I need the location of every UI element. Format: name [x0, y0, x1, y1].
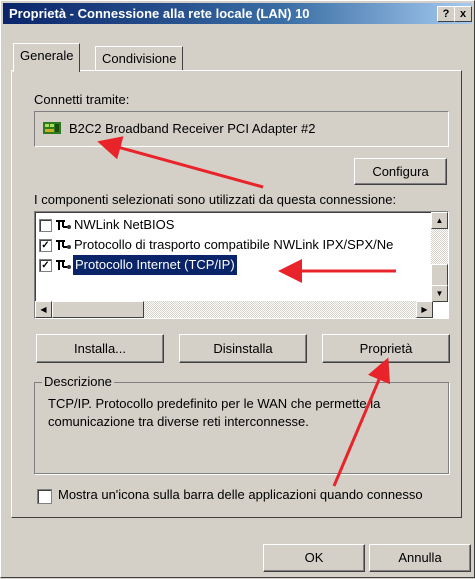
horizontal-scroll-thumb[interactable] — [52, 301, 144, 318]
tab-generale[interactable]: Generale — [13, 43, 81, 72]
adapter-box: B2C2 Broadband Receiver PCI Adapter #2 — [34, 111, 449, 147]
component-checkbox[interactable]: ✓ — [39, 259, 52, 272]
components-list[interactable]: NWLink NetBIOS ✓ Protocollo di trasporto… — [34, 211, 449, 319]
tab-condivisione[interactable]: Condivisione — [95, 46, 184, 71]
network-protocol-icon — [55, 258, 71, 278]
properties-button[interactable]: Proprietà — [322, 334, 450, 363]
network-adapter-icon — [43, 121, 61, 138]
list-item[interactable]: NWLink NetBIOS — [39, 215, 419, 235]
description-text-line2: comunicazione tra diverse reti interconn… — [48, 414, 309, 429]
uninstall-button[interactable]: Disinstalla — [179, 334, 307, 363]
component-label: Protocollo Internet (TCP/IP) — [72, 254, 238, 276]
tray-icon-label: Mostra un'icona sulla barra delle applic… — [58, 487, 423, 502]
component-label: Protocollo di trasporto compatibile NWLi… — [74, 237, 394, 252]
title-bar[interactable]: Proprietà - Connessione alla rete locale… — [3, 3, 472, 24]
description-legend: Descrizione — [42, 374, 114, 389]
scroll-down-button[interactable]: ▼ — [431, 285, 448, 302]
components-label: I componenti selezionati sono utilizzati… — [34, 192, 397, 207]
configure-button[interactable]: Configura — [354, 158, 447, 185]
adapter-name: B2C2 Broadband Receiver PCI Adapter #2 — [69, 121, 316, 136]
scroll-left-button[interactable]: ◀ — [35, 301, 52, 318]
close-button[interactable]: x — [454, 6, 472, 22]
scroll-right-button[interactable]: ▶ — [416, 301, 433, 318]
tray-icon-checkbox[interactable] — [37, 489, 52, 504]
scroll-up-button[interactable]: ▲ — [431, 212, 448, 229]
list-item[interactable]: ✓ Protocollo di trasporto compatibile NW… — [39, 235, 419, 255]
install-button[interactable]: Installa... — [36, 334, 164, 363]
connect-via-label: Connetti tramite: — [34, 92, 130, 107]
help-button[interactable]: ? — [437, 6, 455, 22]
component-checkbox[interactable]: ✓ — [39, 239, 52, 252]
window-title: Proprietà - Connessione alla rete locale… — [9, 6, 310, 21]
component-label: NWLink NetBIOS — [74, 217, 175, 232]
component-checkbox[interactable] — [39, 219, 52, 232]
ok-button[interactable]: OK — [263, 544, 365, 572]
properties-window: Proprietà - Connessione alla rete locale… — [0, 0, 475, 578]
list-item-selected[interactable]: ✓ Protocollo Internet (TCP/IP) — [39, 254, 419, 278]
description-text-line1: TCP/IP. Protocollo predefinito per le WA… — [48, 396, 381, 411]
cancel-button[interactable]: Annulla — [369, 544, 471, 572]
